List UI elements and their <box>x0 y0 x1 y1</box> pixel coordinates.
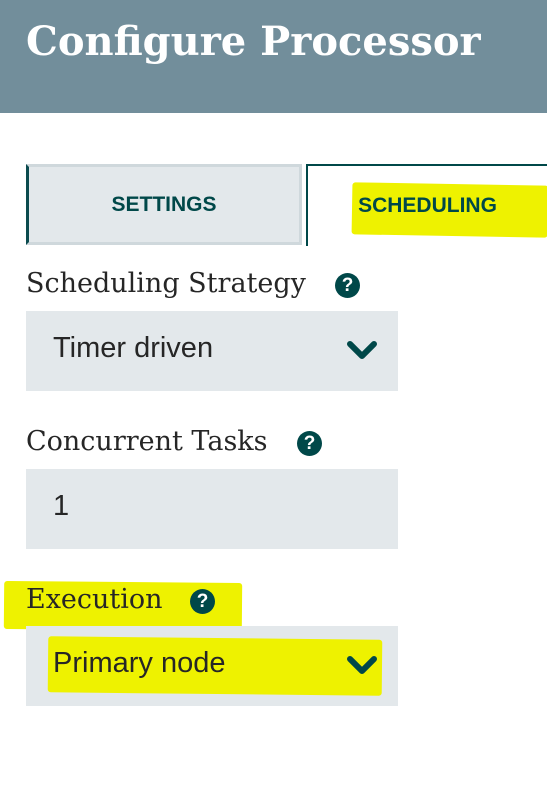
dialog-header: Configure Processor <box>0 0 547 113</box>
chevron-down-icon <box>347 341 377 359</box>
execution-value: Primary node <box>53 647 226 679</box>
execution-label: Execution <box>26 584 163 615</box>
tab-scheduling-label: SCHEDULING <box>358 194 497 217</box>
concurrent-tasks-input[interactable]: 1 <box>26 469 398 549</box>
tab-settings[interactable]: SETTINGS <box>26 164 302 245</box>
tab-settings-label: SETTINGS <box>111 192 217 216</box>
concurrent-tasks-help-icon[interactable]: ? <box>297 431 322 456</box>
scheduling-strategy-select[interactable]: Timer driven <box>26 311 398 391</box>
scheduling-strategy-label: Scheduling Strategy <box>26 268 306 299</box>
scheduling-strategy-help-icon[interactable]: ? <box>335 273 360 298</box>
execution-select[interactable]: Primary node <box>26 626 398 706</box>
dialog-title: Configure Processor <box>26 18 481 65</box>
concurrent-tasks-label: Concurrent Tasks <box>26 426 268 457</box>
execution-help-icon[interactable]: ? <box>190 589 215 614</box>
concurrent-tasks-value: 1 <box>53 490 70 522</box>
chevron-down-icon <box>347 656 377 674</box>
scheduling-strategy-value: Timer driven <box>53 332 214 364</box>
tab-scheduling[interactable]: SCHEDULING <box>306 164 547 246</box>
